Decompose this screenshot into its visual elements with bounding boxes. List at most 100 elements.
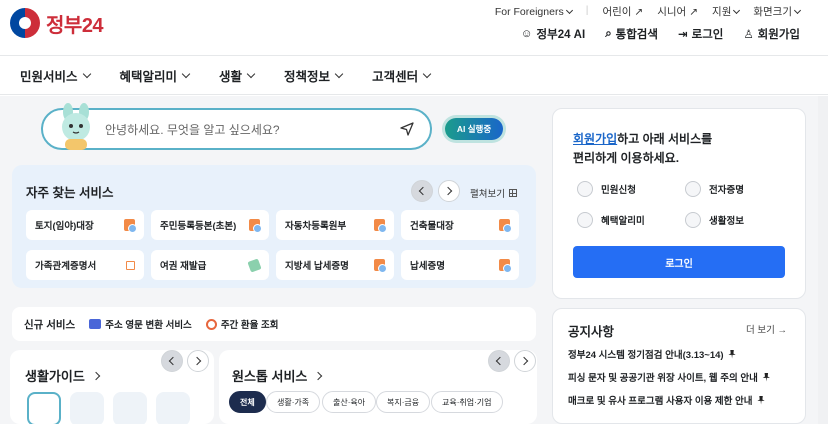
scrollbar[interactable]	[818, 96, 828, 424]
filter-birth-childcare[interactable]: 출산·육아	[322, 391, 377, 413]
external-link-icon: ↗	[689, 5, 699, 18]
service-card[interactable]: 지방세 납세증명	[276, 250, 394, 280]
info-icon	[685, 212, 701, 228]
chevron-down-icon	[422, 69, 432, 78]
service-card[interactable]: 토지(임야)대장	[26, 210, 144, 240]
mascot-icon	[62, 103, 90, 150]
notice-title: 공지사항	[568, 325, 615, 339]
chevron-left-icon	[418, 186, 428, 196]
ai-run-button[interactable]: AI 실행중	[445, 118, 503, 140]
new-service-exchange[interactable]: 주간 환율 조회	[205, 317, 279, 331]
search-input[interactable]: 안녕하세요. 무엇을 알고 싶으세요?	[41, 108, 432, 150]
document-icon	[374, 219, 387, 233]
login-icon: ⇥	[677, 29, 688, 41]
util-support[interactable]: 지원	[712, 4, 741, 19]
service-card[interactable]: 납세증명	[401, 250, 519, 280]
gnb-civil[interactable]: 민원서비스	[20, 66, 91, 85]
chevron-down-icon	[334, 69, 344, 78]
taegeuk-logo-icon	[10, 8, 40, 38]
grid-icon	[508, 189, 517, 197]
guide-item-icon[interactable]	[113, 392, 147, 424]
gnb-policy[interactable]: 정책정보	[284, 66, 344, 85]
external-link-icon	[126, 260, 135, 270]
box-icon	[89, 319, 102, 329]
util-screen-size[interactable]: 화면크기	[753, 4, 802, 19]
search-link[interactable]: ⌕ 통합검색	[605, 26, 658, 42]
filter-life-family[interactable]: 생활·가족	[266, 391, 321, 413]
chevron-left-icon	[168, 356, 178, 366]
onestop-title[interactable]: 원스톱 서비스	[232, 366, 323, 385]
service-e-cert[interactable]: 전자증명	[685, 181, 744, 197]
guide-next-button[interactable]	[187, 350, 209, 372]
onestop-next-button[interactable]	[514, 350, 536, 372]
document-icon	[249, 219, 262, 233]
chevron-right-icon	[91, 371, 101, 380]
service-card[interactable]: 가족관계증명서	[26, 250, 144, 280]
util-foreigners[interactable]: For Foreigners	[495, 4, 573, 19]
util-kids[interactable]: 어린이 ↗	[602, 4, 643, 19]
service-card[interactable]: 여권 재발급	[151, 250, 269, 280]
service-card[interactable]: 건축물대장	[401, 210, 519, 240]
new-services-title: 신규 서비스	[24, 318, 76, 331]
prev-button[interactable]	[411, 180, 433, 202]
notice-item[interactable]: 매크로 및 유사 프로그램 사용자 이용 제한 안내	[568, 393, 766, 407]
chevron-down-icon	[793, 6, 802, 14]
site-logo[interactable]: 정부24	[10, 8, 104, 38]
next-button[interactable]	[438, 180, 460, 202]
pin-icon	[728, 349, 736, 359]
filter-welfare-finance[interactable]: 복지·금융	[376, 391, 431, 413]
service-civil-apply[interactable]: 민원신청	[577, 181, 636, 197]
notice-item[interactable]: 정부24 시스템 정기점검 안내(3.13~14)	[568, 347, 737, 361]
chevron-left-icon	[495, 356, 505, 366]
new-service-address[interactable]: 주소 영문 변환 서비스	[89, 317, 192, 331]
certificate-icon	[685, 181, 701, 197]
login-button[interactable]: 로그인	[573, 246, 785, 278]
signup-link[interactable]: ♙ 회원가입	[743, 26, 800, 42]
chevron-down-icon	[181, 69, 191, 78]
filter-education-job[interactable]: 교육·취업·기업	[431, 391, 503, 413]
chevron-right-icon	[192, 356, 202, 366]
pin-icon	[762, 372, 770, 382]
document-icon	[124, 219, 137, 233]
gift-icon	[577, 212, 593, 228]
onestop-prev-button[interactable]	[488, 350, 510, 372]
ai-link[interactable]: ☺ 정부24 AI	[521, 26, 585, 42]
filter-all[interactable]: 전체	[229, 391, 266, 413]
guide-item-icon[interactable]	[70, 392, 104, 424]
gnb-support[interactable]: 고객센터	[372, 66, 432, 85]
util-senior[interactable]: 시니어 ↗	[657, 4, 698, 19]
notice-more-link[interactable]: 더 보기 →	[746, 322, 787, 336]
login-link[interactable]: ⇥ 로그인	[678, 26, 723, 42]
mail-icon	[577, 181, 593, 197]
notice-item[interactable]: 피싱 문자 및 공공기관 위장 사이트, 웹 주의 안내	[568, 370, 771, 384]
service-benefit[interactable]: 혜택알리미	[577, 212, 645, 228]
top-actions: ☺ 정부24 AI ⌕ 통합검색 ⇥ 로그인 ♙ 회원가입	[521, 26, 800, 42]
document-icon	[499, 219, 512, 233]
new-services-bar: 신규 서비스 주소 영문 변환 서비스 주간 환율 조회	[12, 307, 536, 341]
pin-icon	[757, 395, 765, 405]
chevron-down-icon	[565, 6, 573, 14]
gnb-life[interactable]: 생활	[219, 66, 256, 85]
send-icon[interactable]	[400, 122, 414, 136]
exchange-icon	[205, 318, 217, 330]
guide-item-icon[interactable]	[27, 392, 61, 424]
gnb-benefit[interactable]: 혜택알리미	[120, 66, 191, 85]
signup-link[interactable]: 회원가입	[573, 132, 617, 146]
chevron-down-icon	[82, 69, 91, 78]
chevron-right-icon	[443, 186, 453, 196]
divider: |	[585, 4, 589, 16]
chevron-right-icon	[314, 371, 323, 380]
welcome-message: 회원가입하고 아래 서비스를 편리하게 이용하세요.	[573, 132, 713, 165]
chevron-down-icon	[246, 69, 256, 78]
service-life-info[interactable]: 생활정보	[685, 212, 744, 228]
main-nav: 민원서비스 혜택알리미 생활 정책정보 고객센터	[0, 55, 828, 95]
guide-item-icon[interactable]	[156, 392, 190, 424]
guide-prev-button[interactable]	[161, 350, 183, 372]
search-icon: ⌕	[605, 27, 612, 40]
service-card[interactable]: 주민등록등본(초본)	[151, 210, 269, 240]
life-guide-title[interactable]: 생활가이드	[25, 366, 101, 385]
frequent-services-title: 자주 찾는 서비스	[26, 186, 114, 200]
user-add-icon: ♙	[743, 29, 754, 41]
service-card[interactable]: 자동차등록원부	[276, 210, 394, 240]
expand-button[interactable]: 펼쳐보기	[470, 186, 517, 200]
